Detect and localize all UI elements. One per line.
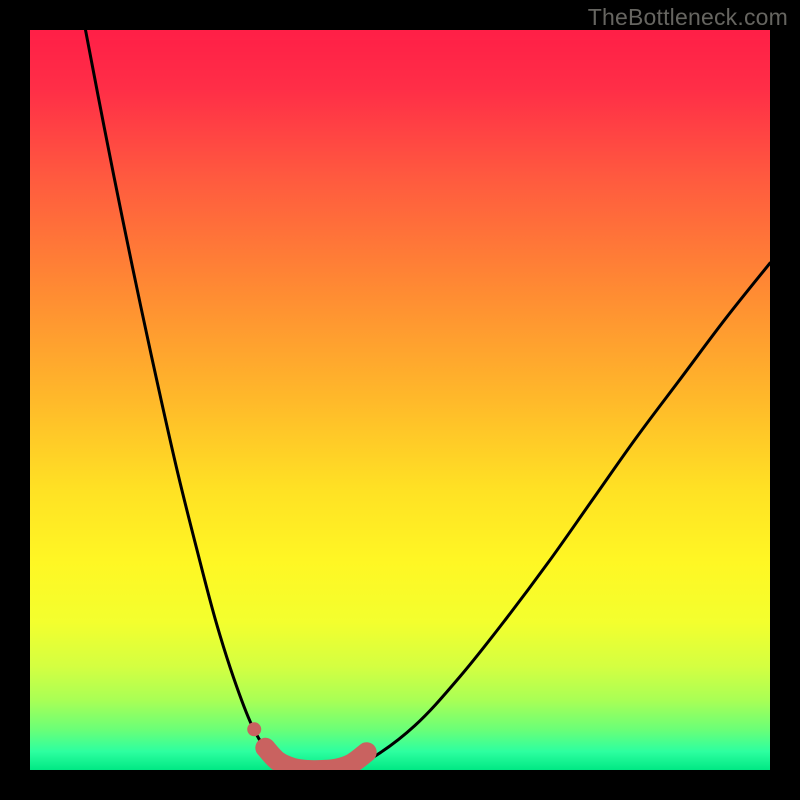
chart-svg	[30, 30, 770, 770]
highlight-dot	[247, 722, 261, 736]
watermark-text: TheBottleneck.com	[588, 4, 788, 31]
gradient-background	[30, 30, 770, 770]
plot-area	[30, 30, 770, 770]
chart-frame: TheBottleneck.com	[0, 0, 800, 800]
